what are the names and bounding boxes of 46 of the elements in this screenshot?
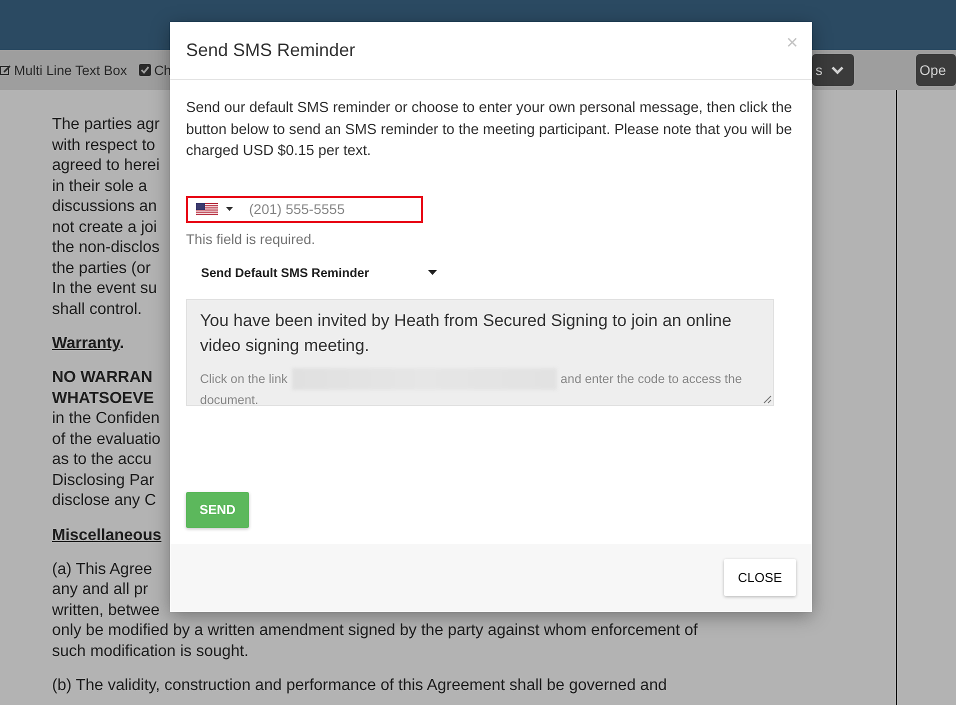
document-text-line: discussions an xyxy=(52,197,157,217)
dialog-description: Send our default SMS reminder or choose to enter your own personal message, then click the button below to send an SMS reminder to the meeting participant. Please note that you will be charged USD $0.15 per text. xyxy=(186,99,793,161)
document-text-line: shall control. xyxy=(52,300,142,320)
toolbar-button[interactable]: Ope xyxy=(916,54,956,86)
document-text-line: The parties agr xyxy=(52,115,160,135)
phone-field[interactable]: (201) 555-5555 xyxy=(186,196,423,222)
message-text: You have been invited by Heath from Secured Signing to join an online video signing meeting. xyxy=(200,310,732,356)
document-text-line: with respect to xyxy=(52,136,156,156)
message-note: and enter the code to access the xyxy=(560,370,742,388)
section-heading: Miscellaneous xyxy=(52,526,162,546)
document-text-line: any and all pr xyxy=(52,580,148,600)
document-text-line: such modification is sought. xyxy=(52,642,249,662)
close-button[interactable]: CLOSE xyxy=(724,559,796,596)
toolbar-item[interactable]: Multi Line Text Box xyxy=(14,62,128,78)
document-text-line: only be modified by a written amendment signed by the party against whom enforcement of xyxy=(52,621,698,641)
document-text-line: written, betwee xyxy=(52,600,160,620)
caret-icon xyxy=(428,270,437,275)
checkbox-icon xyxy=(139,64,152,76)
document-text-line: not create a joi xyxy=(52,218,157,238)
document-text-line: NO WARRAN xyxy=(52,368,152,388)
dialog-title: Send SMS Reminder xyxy=(186,40,356,61)
message-note: document. xyxy=(200,392,258,404)
document-text-line: in the Confiden xyxy=(52,409,160,429)
document-text-line: (a) This Agree xyxy=(52,560,152,580)
edit-icon xyxy=(0,64,11,76)
document-text-line: the parties (or xyxy=(52,258,151,278)
message-type-dropdown[interactable]: Send Default SMS Reminder xyxy=(186,260,441,284)
error-message: This field is required. xyxy=(186,230,316,246)
message-note: Click on the link xyxy=(200,370,288,388)
document-text-line: agreed to herei xyxy=(52,156,160,176)
document-text-line: WHATSOEVE xyxy=(52,388,154,408)
document-text-line: Disclosing Par xyxy=(52,470,154,490)
caret-icon xyxy=(226,207,233,211)
document-text-line: the non-disclos xyxy=(52,238,160,258)
document-text-line: In the event su xyxy=(52,279,157,299)
document-text-line: of the evaluatio xyxy=(52,430,161,450)
message-field[interactable]: You have been invited by Heath from Secured Signing to join an online video signing meeting. Click on the link and enter the code to access the document. xyxy=(186,298,774,406)
document-text-line: disclose any C xyxy=(52,491,156,511)
toolbar-button[interactable]: s xyxy=(812,54,854,86)
chevron-down-icon xyxy=(830,66,844,74)
document-text-line: in their sole a xyxy=(52,176,148,196)
us-flag-icon xyxy=(196,202,218,216)
document-text-line: (b) The validity, construction and performance of this Agreement shall be governed and xyxy=(52,676,667,696)
section-heading: Warranty. xyxy=(52,334,124,354)
resize-grip-icon[interactable] xyxy=(763,394,772,404)
document-text-line: as to the accu xyxy=(52,450,152,470)
